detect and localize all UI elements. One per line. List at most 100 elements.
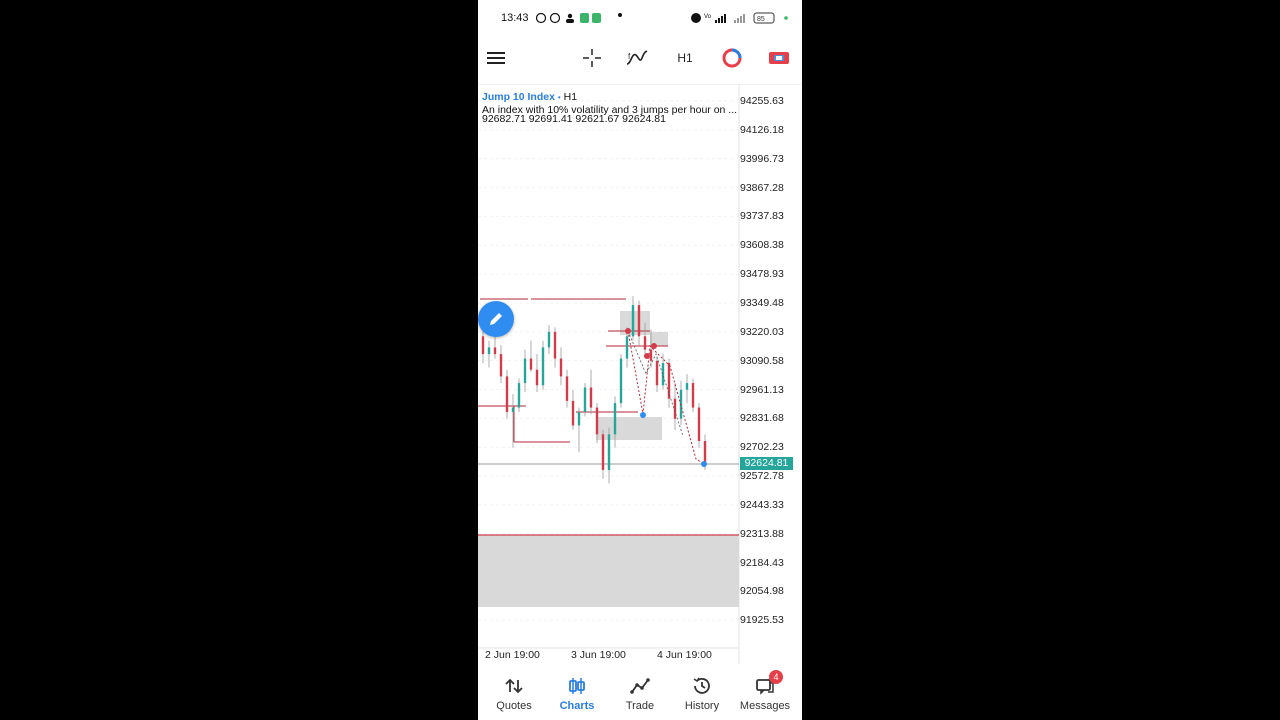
dot-icon [618, 13, 622, 17]
candle-body [691, 383, 695, 408]
brand-button[interactable] [720, 44, 744, 72]
candle-body [499, 354, 503, 377]
app-green-icon [580, 13, 589, 23]
price-label: 93220.03 [740, 325, 784, 338]
candle-body [613, 403, 617, 435]
candle-body [673, 398, 677, 419]
history-clock-icon [693, 677, 710, 694]
system-status-icons: Vo 85 [691, 12, 788, 24]
candle-body [583, 387, 587, 413]
candle-body [619, 358, 623, 404]
price-label: 93996.73 [740, 152, 784, 165]
crosshair-button[interactable] [580, 44, 604, 72]
title-separator: • [557, 93, 561, 102]
candle-body [625, 336, 629, 359]
svg-text:Vo: Vo [704, 14, 712, 20]
price-label: 92443.33 [740, 498, 784, 511]
candle-body [697, 407, 701, 442]
time-label: 3 Jun 19:00 [571, 649, 626, 661]
whatsapp-icon [549, 12, 561, 24]
time-label: 2 Jun 19:00 [485, 649, 540, 661]
candle-body [577, 412, 581, 426]
sell-marker [625, 328, 631, 334]
trade-panel-button[interactable] [766, 44, 792, 72]
buy-marker [640, 412, 646, 418]
menu-button[interactable] [484, 44, 508, 72]
candle-body [637, 305, 641, 337]
candle-body [541, 347, 545, 386]
indicators-button[interactable]: f [624, 44, 650, 72]
messages-badge: 4 [769, 670, 783, 684]
nav-history[interactable]: History [670, 664, 734, 720]
candle-body [493, 347, 497, 355]
edit-drawing-button[interactable] [478, 301, 514, 337]
nav-messages[interactable]: 4 Messages [733, 664, 797, 720]
price-label: 92831.68 [740, 412, 784, 425]
price-label: 93737.83 [740, 210, 784, 223]
candle-body [703, 441, 707, 465]
candle-body [535, 369, 539, 386]
candle-body [661, 363, 665, 386]
price-label: 93090.58 [740, 354, 784, 367]
price-label: 92702.23 [740, 441, 784, 454]
candle-body [601, 434, 605, 470]
price-label: 92054.98 [740, 585, 784, 598]
status-bar: 13:43 Vo 85 [478, 0, 802, 36]
nav-quotes-label: Quotes [496, 700, 532, 712]
candle-body [589, 387, 593, 408]
price-label: 92313.88 [740, 527, 784, 540]
candle-body [511, 407, 515, 413]
candle-body [595, 407, 599, 435]
indicators-icon: f [626, 50, 648, 65]
candle-body [481, 336, 485, 355]
bottom-navigation: Quotes Charts Trade History 4 Messages [478, 664, 802, 720]
signal-icon [715, 20, 717, 23]
price-label: 93478.93 [740, 268, 784, 281]
candle-body [487, 347, 491, 355]
person-icon [567, 13, 573, 19]
candle-body [559, 358, 563, 377]
crosshair-icon [583, 49, 601, 67]
candle-body [649, 349, 653, 361]
chart-toolbar: f H1 [478, 36, 802, 80]
candle-body [565, 376, 569, 401]
buy-marker [701, 461, 707, 467]
time-label: 4 Jun 19:00 [657, 649, 712, 661]
status-time: 13:43 [501, 12, 529, 24]
price-label: 94126.18 [740, 123, 784, 136]
candle-body [685, 383, 689, 390]
hamburger-icon [487, 52, 505, 64]
nav-trade-label: Trade [625, 700, 655, 712]
timeframe-button[interactable]: H1 [672, 44, 698, 72]
phone-screen: 13:43 Vo 85 f H1 Jump 10 Index • H1 An i… [478, 0, 802, 720]
nav-quotes[interactable]: Quotes [482, 664, 546, 720]
nav-trade[interactable]: Trade [608, 664, 672, 720]
current-price-label: 92624.81 [740, 457, 793, 470]
wifi-icon [734, 20, 736, 23]
zone-mid [596, 417, 662, 440]
b-icon [536, 12, 547, 24]
pencil-icon [490, 313, 502, 325]
price-axis[interactable]: 94255.63 94126.18 93996.73 93867.28 93737.83… [740, 84, 802, 664]
chart-timeframe: H1 [563, 91, 578, 103]
nav-charts-label: Charts [559, 700, 595, 712]
candle-body [523, 358, 527, 384]
price-label: 92572.78 [740, 470, 784, 483]
chat-green-icon [592, 13, 601, 23]
candle-body [607, 434, 611, 470]
trend-line-icon [630, 678, 650, 694]
chart-area[interactable]: Jump 10 Index • H1 An index with 10% vol… [478, 84, 802, 664]
price-label: 93608.38 [740, 239, 784, 252]
candle-body [631, 305, 635, 337]
alarm-icon [691, 13, 701, 23]
battery-level: 85 [757, 16, 765, 23]
price-label: 93867.28 [740, 181, 784, 194]
candle-body [547, 331, 551, 348]
ohlc-values: 92682.71 92691.41 92621.67 92624.81 [482, 113, 666, 125]
price-label: 91925.53 [740, 614, 784, 627]
nav-charts[interactable]: Charts [545, 664, 609, 720]
nav-messages-label: Messages [739, 700, 791, 712]
demand-zone [478, 535, 739, 607]
price-label: 94255.63 [740, 95, 784, 107]
symbol-name: Jump 10 Index [482, 91, 555, 103]
